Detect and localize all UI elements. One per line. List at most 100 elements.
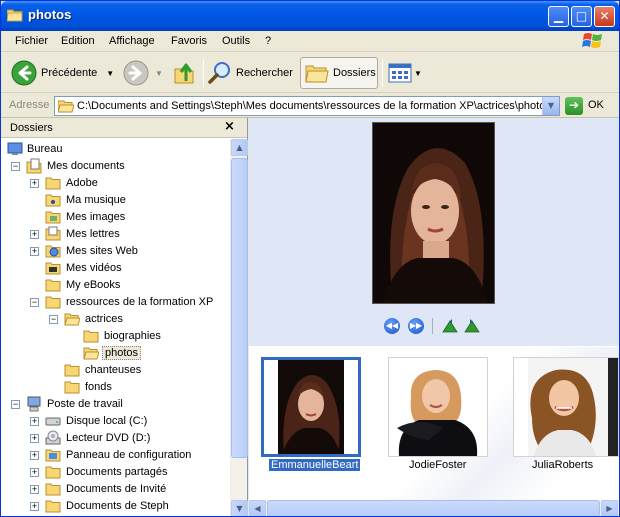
expand-icon[interactable]: + bbox=[30, 230, 39, 239]
thumbnail-caption[interactable]: JodieFoster bbox=[409, 459, 466, 471]
title-bar[interactable]: photos ▁ □ ✕ bbox=[1, 1, 619, 31]
expand-icon[interactable]: + bbox=[30, 247, 39, 256]
address-input[interactable]: C:\Documents and Settings\Steph\Mes docu… bbox=[54, 96, 560, 116]
tree-node-actrices[interactable]: − actrices bbox=[49, 311, 219, 328]
menu-favoris[interactable]: Favoris bbox=[171, 35, 207, 47]
views-button[interactable]: ▼ bbox=[388, 57, 422, 89]
menu-outils[interactable]: Outils bbox=[222, 35, 250, 47]
tree-node-mes-images[interactable]: Mes images bbox=[45, 209, 215, 226]
tree-node-ressources[interactable]: − ressources de la formation XP bbox=[30, 294, 230, 311]
tree-node-my-ebooks[interactable]: My eBooks bbox=[45, 277, 215, 294]
back-dropdown-icon[interactable]: ▼ bbox=[106, 69, 114, 78]
thumbnail-image bbox=[514, 358, 618, 456]
scroll-thumb[interactable] bbox=[231, 158, 248, 458]
scroll-up-button[interactable]: ▲ bbox=[231, 139, 248, 156]
up-folder-icon bbox=[174, 63, 194, 84]
tree-node-panneau-configuration[interactable]: + Panneau de configuration bbox=[30, 447, 230, 464]
tree-node-documents-steph[interactable]: + Documents de Steph bbox=[30, 498, 230, 515]
address-dropdown-button[interactable]: ▼ bbox=[542, 97, 559, 115]
chevron-left-icon: ◀ bbox=[254, 504, 261, 513]
go-button[interactable]: ➔ bbox=[565, 97, 583, 115]
collapse-icon[interactable]: − bbox=[11, 400, 20, 409]
tree-node-photos[interactable]: photos bbox=[83, 345, 223, 362]
tree-node-mes-documents[interactable]: − Mes documents bbox=[11, 158, 211, 175]
tree-node-poste-de-travail[interactable]: − Poste de travail bbox=[11, 396, 211, 413]
tree-node-mes-videos[interactable]: Mes vidéos bbox=[45, 260, 215, 277]
tree-label: Disque local (C:) bbox=[66, 415, 148, 427]
filmstrip-preview: ◀◀ ▶▶ bbox=[249, 118, 619, 346]
forward-dropdown-icon[interactable]: ▼ bbox=[155, 69, 163, 78]
tree-node-ma-musique[interactable]: Ma musique bbox=[45, 192, 215, 209]
search-label: Rechercher bbox=[236, 67, 293, 79]
go-label[interactable]: OK bbox=[588, 99, 604, 111]
folder-icon bbox=[45, 226, 61, 241]
expand-icon[interactable]: + bbox=[30, 468, 39, 477]
thumbnail-jodie-foster[interactable] bbox=[388, 357, 488, 457]
desktop-icon bbox=[7, 142, 23, 155]
web-folder-icon bbox=[45, 245, 61, 258]
tree-node-lecteur-dvd[interactable]: + Lecteur DVD (D:) bbox=[30, 430, 230, 447]
menu-fichier[interactable]: Fichier bbox=[15, 35, 48, 47]
tree-node-documents-invite[interactable]: + Documents de Invité bbox=[30, 481, 230, 498]
tree-node-mes-lettres[interactable]: + Mes lettres bbox=[30, 226, 220, 243]
expand-icon[interactable]: + bbox=[30, 502, 39, 511]
collapse-icon[interactable]: − bbox=[49, 315, 58, 324]
back-arrow-icon bbox=[11, 60, 37, 86]
forward-button[interactable]: ▼ bbox=[123, 57, 163, 89]
tree-label-selected: photos bbox=[102, 346, 142, 360]
tree-node-documents-partages[interactable]: + Documents partagés bbox=[30, 464, 230, 481]
thumbnail-julia-roberts[interactable] bbox=[513, 357, 619, 457]
folder-icon bbox=[45, 466, 61, 479]
expand-icon[interactable]: + bbox=[30, 179, 39, 188]
minimize-button[interactable]: ▁ bbox=[548, 6, 569, 27]
tree-node-bureau[interactable]: Bureau bbox=[7, 141, 207, 158]
menu-help[interactable]: ? bbox=[265, 35, 271, 47]
previous-image-button[interactable]: ◀◀ bbox=[384, 318, 400, 334]
collapse-icon[interactable]: − bbox=[11, 162, 20, 171]
up-folder-button[interactable] bbox=[173, 57, 197, 89]
address-bar: Adresse C:\Documents and Settings\Steph\… bbox=[1, 94, 619, 118]
tree-node-disque-local[interactable]: + Disque local (C:) bbox=[30, 413, 230, 430]
collapse-icon[interactable]: − bbox=[30, 298, 39, 307]
tree-node-adobe[interactable]: + Adobe bbox=[30, 175, 220, 192]
tree-label: Documents de Steph bbox=[66, 500, 169, 512]
scroll-right-button[interactable]: ▶ bbox=[601, 500, 618, 516]
maximize-button[interactable]: □ bbox=[571, 6, 592, 27]
expand-icon[interactable]: + bbox=[30, 417, 39, 426]
menu-edition[interactable]: Edition bbox=[61, 35, 95, 47]
thumbnail-caption[interactable]: JuliaRoberts bbox=[532, 459, 593, 471]
chevron-right-icon: ▶ bbox=[606, 504, 613, 513]
close-pane-button[interactable]: × bbox=[224, 119, 235, 134]
back-button[interactable]: Précédente ▼ bbox=[11, 57, 114, 89]
tree-node-fonds[interactable]: fonds bbox=[64, 379, 224, 396]
address-label: Adresse bbox=[9, 99, 50, 111]
thumbnail-caption-selected[interactable]: EmmanuelleBeart bbox=[269, 459, 361, 471]
expand-icon[interactable]: + bbox=[30, 451, 39, 460]
rotate-counterclockwise-button[interactable] bbox=[463, 318, 481, 334]
thumbnail-emmanuelle-beart[interactable] bbox=[261, 357, 361, 457]
window-title: photos bbox=[28, 7, 72, 22]
previous-icon: ◀◀ bbox=[385, 321, 399, 330]
views-dropdown-icon[interactable]: ▼ bbox=[414, 69, 422, 78]
rotate-clockwise-button[interactable] bbox=[441, 318, 459, 334]
expand-icon[interactable]: + bbox=[30, 434, 39, 443]
scroll-thumb[interactable] bbox=[267, 500, 600, 516]
dvd-drive-icon bbox=[45, 430, 61, 445]
search-button[interactable]: Rechercher bbox=[208, 57, 293, 89]
tree-node-biographies[interactable]: biographies bbox=[83, 328, 223, 345]
folders-vertical-scrollbar[interactable]: ▲ ▼ bbox=[230, 139, 248, 516]
next-image-button[interactable]: ▶▶ bbox=[408, 318, 424, 334]
tree-node-chanteuses[interactable]: chanteuses bbox=[64, 362, 224, 379]
menu-affichage[interactable]: Affichage bbox=[109, 35, 155, 47]
tree-node-mes-sites-web[interactable]: + Mes sites Web bbox=[30, 243, 220, 260]
preview-photo bbox=[372, 122, 495, 304]
scroll-down-button[interactable]: ▼ bbox=[231, 500, 248, 516]
content-pane: ◀◀ ▶▶ EmmanuelleBeart JodieFoster JuliaR… bbox=[249, 118, 619, 516]
scroll-left-button[interactable]: ◀ bbox=[249, 500, 266, 516]
expand-icon[interactable]: + bbox=[30, 485, 39, 494]
close-button[interactable]: ✕ bbox=[594, 6, 615, 27]
folders-button[interactable]: Dossiers bbox=[300, 57, 378, 89]
content-horizontal-scrollbar[interactable]: ◀ ▶ bbox=[249, 500, 619, 516]
tree-label: Ma musique bbox=[66, 194, 126, 206]
forward-arrow-icon bbox=[123, 60, 149, 86]
